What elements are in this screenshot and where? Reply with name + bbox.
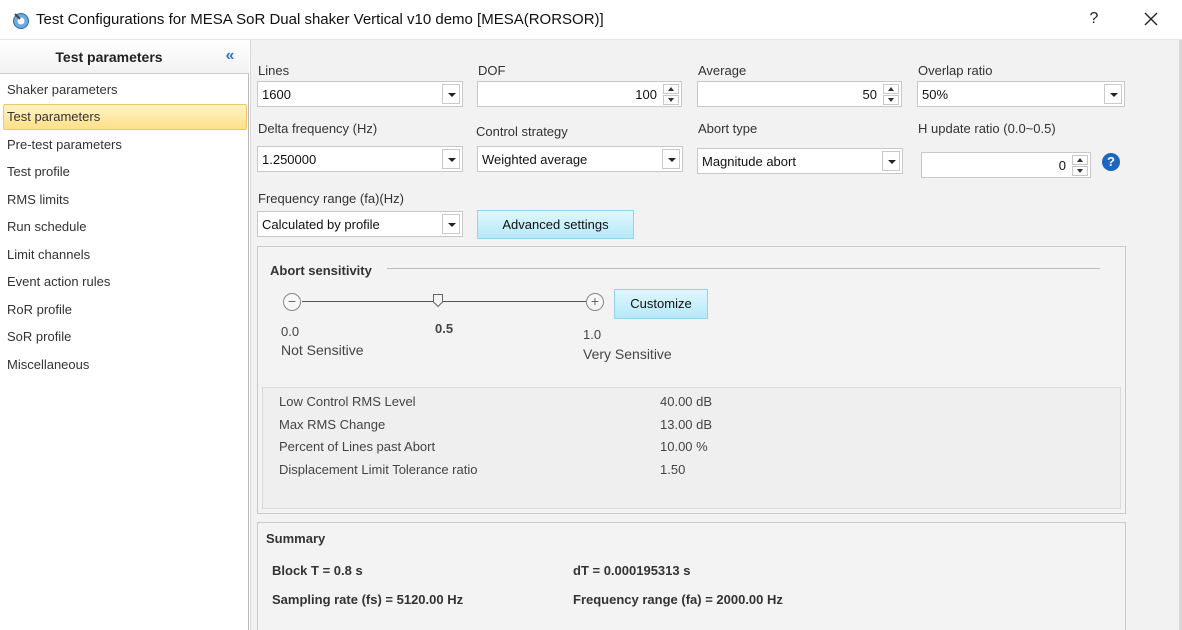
chevron-down-icon[interactable] <box>1104 84 1122 104</box>
close-icon[interactable] <box>1137 6 1165 32</box>
help-button[interactable]: ? <box>1082 6 1106 32</box>
frequency-range-summary-value: Frequency range (fa) = 2000.00 Hz <box>573 592 783 607</box>
overlap-ratio-value: 50% <box>922 87 949 102</box>
h-update-ratio-stepper[interactable]: 0 <box>921 152 1091 178</box>
spin-down-icon[interactable] <box>663 95 679 105</box>
slider-min-text: Not Sensitive <box>281 342 364 358</box>
slider-max-text: Very Sensitive <box>583 346 672 362</box>
delta-frequency-label: Delta frequency (Hz) <box>258 121 378 136</box>
control-strategy-label: Control strategy <box>476 124 568 139</box>
slider-thumb[interactable] <box>433 294 443 307</box>
metric-label: Low Control RMS Level <box>279 394 416 409</box>
sidebar-item-sor-profile[interactable]: SoR profile <box>3 324 247 350</box>
chevron-down-icon[interactable] <box>442 214 460 234</box>
spin-down-icon[interactable] <box>1072 166 1088 176</box>
chevron-down-icon[interactable] <box>442 149 460 169</box>
delta-frequency-value: 1.250000 <box>262 152 317 167</box>
frequency-range-dropdown[interactable]: Calculated by profile <box>257 211 463 237</box>
slider-max-value: 1.0 <box>583 327 602 342</box>
average-label: Average <box>698 63 747 78</box>
summary-panel: Summary Block T = 0.8 s dT = 0.000195313… <box>257 522 1126 630</box>
dof-stepper[interactable]: 100 <box>477 81 682 107</box>
frequency-range-value: Calculated by profile <box>262 217 380 232</box>
overlap-ratio-label: Overlap ratio <box>918 63 993 78</box>
abort-sensitivity-title: Abort sensitivity <box>270 263 372 278</box>
sidebar-item-test-parameters[interactable]: Test parameters <box>3 104 247 130</box>
h-update-ratio-label: H update ratio (0.0~0.5) <box>918 121 1056 136</box>
sidebar-item-test-profile[interactable]: Test profile <box>3 159 247 185</box>
dof-label: DOF <box>478 63 506 78</box>
abort-metrics-table: Low Control RMS Level 40.00 dB Max RMS C… <box>262 387 1121 509</box>
sidebar-item-limit-channels[interactable]: Limit channels <box>3 242 247 268</box>
sidebar-item-rms-limits[interactable]: RMS limits <box>3 187 247 213</box>
divider <box>387 268 1100 269</box>
sidebar-item-shaker-parameters[interactable]: Shaker parameters <box>3 77 247 103</box>
sidebar-item-run-schedule[interactable]: Run schedule <box>3 214 247 240</box>
chevron-down-icon[interactable] <box>662 149 680 169</box>
control-strategy-value: Weighted average <box>482 152 588 167</box>
increase-icon[interactable]: + <box>586 293 604 311</box>
sidebar-item-pre-test-parameters[interactable]: Pre-test parameters <box>3 132 247 158</box>
help-info-icon[interactable]: ? <box>1102 153 1120 171</box>
metric-value: 13.00 dB <box>660 417 713 432</box>
chevron-down-icon[interactable] <box>882 151 900 171</box>
average-stepper[interactable]: 50 <box>697 81 902 107</box>
customize-button[interactable]: Customize <box>614 289 708 319</box>
metric-label: Displacement Limit Tolerance ratio <box>279 462 478 477</box>
metric-label: Percent of Lines past Abort <box>279 439 436 454</box>
sidebar-item-ror-profile[interactable]: RoR profile <box>3 297 247 323</box>
sampling-rate-value: Sampling rate (fs) = 5120.00 Hz <box>272 592 464 607</box>
spin-up-icon[interactable] <box>883 84 899 94</box>
dt-value: dT = 0.000195313 s <box>573 563 691 578</box>
h-update-ratio-value: 0 <box>1058 158 1066 173</box>
sidebar-title: Test parameters <box>55 49 163 65</box>
decrease-icon[interactable]: − <box>283 293 301 311</box>
abort-type-dropdown[interactable]: Magnitude abort <box>697 148 903 174</box>
chevron-down-icon[interactable] <box>442 84 460 104</box>
delta-frequency-dropdown[interactable]: 1.250000 <box>257 146 463 172</box>
abort-type-value: Magnitude abort <box>702 154 796 169</box>
advanced-settings-button[interactable]: Advanced settings <box>477 210 634 239</box>
abort-type-label: Abort type <box>698 121 758 136</box>
metric-value: 10.00 % <box>660 439 708 454</box>
app-icon <box>13 13 29 29</box>
sensitivity-slider-track[interactable] <box>302 301 592 302</box>
lines-dropdown[interactable]: 1600 <box>257 81 463 107</box>
title-bar: Test Configurations for MESA SoR Dual sh… <box>0 0 1182 40</box>
lines-label: Lines <box>258 63 290 78</box>
spin-up-icon[interactable] <box>663 84 679 94</box>
spin-down-icon[interactable] <box>883 95 899 105</box>
metric-label: Max RMS Change <box>279 417 386 432</box>
dof-value: 100 <box>635 87 657 102</box>
block-t-value: Block T = 0.8 s <box>272 563 363 578</box>
overlap-ratio-dropdown[interactable]: 50% <box>917 81 1125 107</box>
spin-up-icon[interactable] <box>1072 155 1088 165</box>
frequency-range-label: Frequency range (fa)(Hz) <box>258 191 404 206</box>
sidebar-item-event-action-rules[interactable]: Event action rules <box>3 269 247 295</box>
average-value: 50 <box>862 87 877 102</box>
metric-value: 40.00 dB <box>660 394 713 409</box>
control-strategy-dropdown[interactable]: Weighted average <box>477 146 683 172</box>
abort-sensitivity-panel: Abort sensitivity − + 0.0 Not Sensitive … <box>257 246 1126 514</box>
slider-current-value: 0.5 <box>435 321 454 336</box>
sidebar-item-miscellaneous[interactable]: Miscellaneous <box>3 352 247 378</box>
collapse-icon[interactable]: « <box>221 46 239 66</box>
lines-value: 1600 <box>262 87 291 102</box>
sidebar-header: Test parameters « <box>0 40 249 74</box>
summary-title: Summary <box>266 531 326 546</box>
sidebar: Test parameters « Shaker parameters Test… <box>0 40 249 630</box>
metric-value: 1.50 <box>660 462 686 477</box>
slider-min-value: 0.0 <box>281 324 300 339</box>
window-title: Test Configurations for MESA SoR Dual sh… <box>36 11 604 28</box>
